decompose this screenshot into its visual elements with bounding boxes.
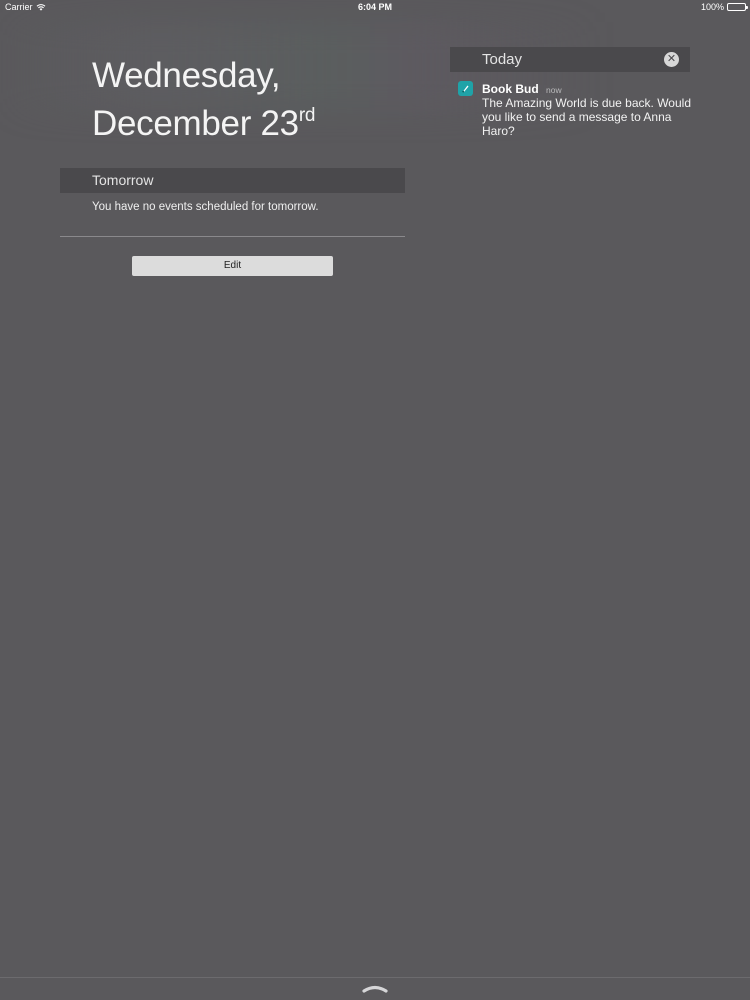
date-month-day-line: December 23rd	[92, 100, 315, 148]
tomorrow-section-header: Tomorrow	[60, 168, 405, 193]
status-time: 6:04 PM	[357, 2, 392, 12]
battery-percent: 100%	[700, 2, 724, 12]
close-icon[interactable]: ✕	[664, 52, 679, 67]
bottom-divider	[0, 977, 750, 978]
today-title: Today	[482, 51, 523, 68]
book-bud-app-icon	[458, 81, 473, 96]
status-right: 100%	[700, 2, 748, 12]
edit-button[interactable]: Edit	[132, 256, 333, 276]
tomorrow-events-message: You have no events scheduled for tomorro…	[92, 201, 319, 213]
notification-time: now	[546, 85, 562, 95]
section-divider	[60, 236, 405, 237]
battery-icon	[727, 3, 748, 11]
date-weekday: Wednesday,	[92, 56, 281, 95]
notification-message: The Amazing World is due back. Would you…	[482, 96, 691, 138]
status-bar: Carrier 6:04 PM 100%	[0, 0, 750, 16]
date-ordinal-suffix: rd	[298, 105, 316, 126]
notification-app-name: Book Bud	[482, 82, 539, 96]
today-section-header: Today ✕	[450, 47, 690, 72]
chevron-up-icon[interactable]	[362, 983, 388, 993]
date-month-day: December 23	[92, 104, 299, 143]
book-glyph-icon	[462, 85, 469, 93]
date-header: Wednesday, December 23rd	[92, 52, 315, 148]
